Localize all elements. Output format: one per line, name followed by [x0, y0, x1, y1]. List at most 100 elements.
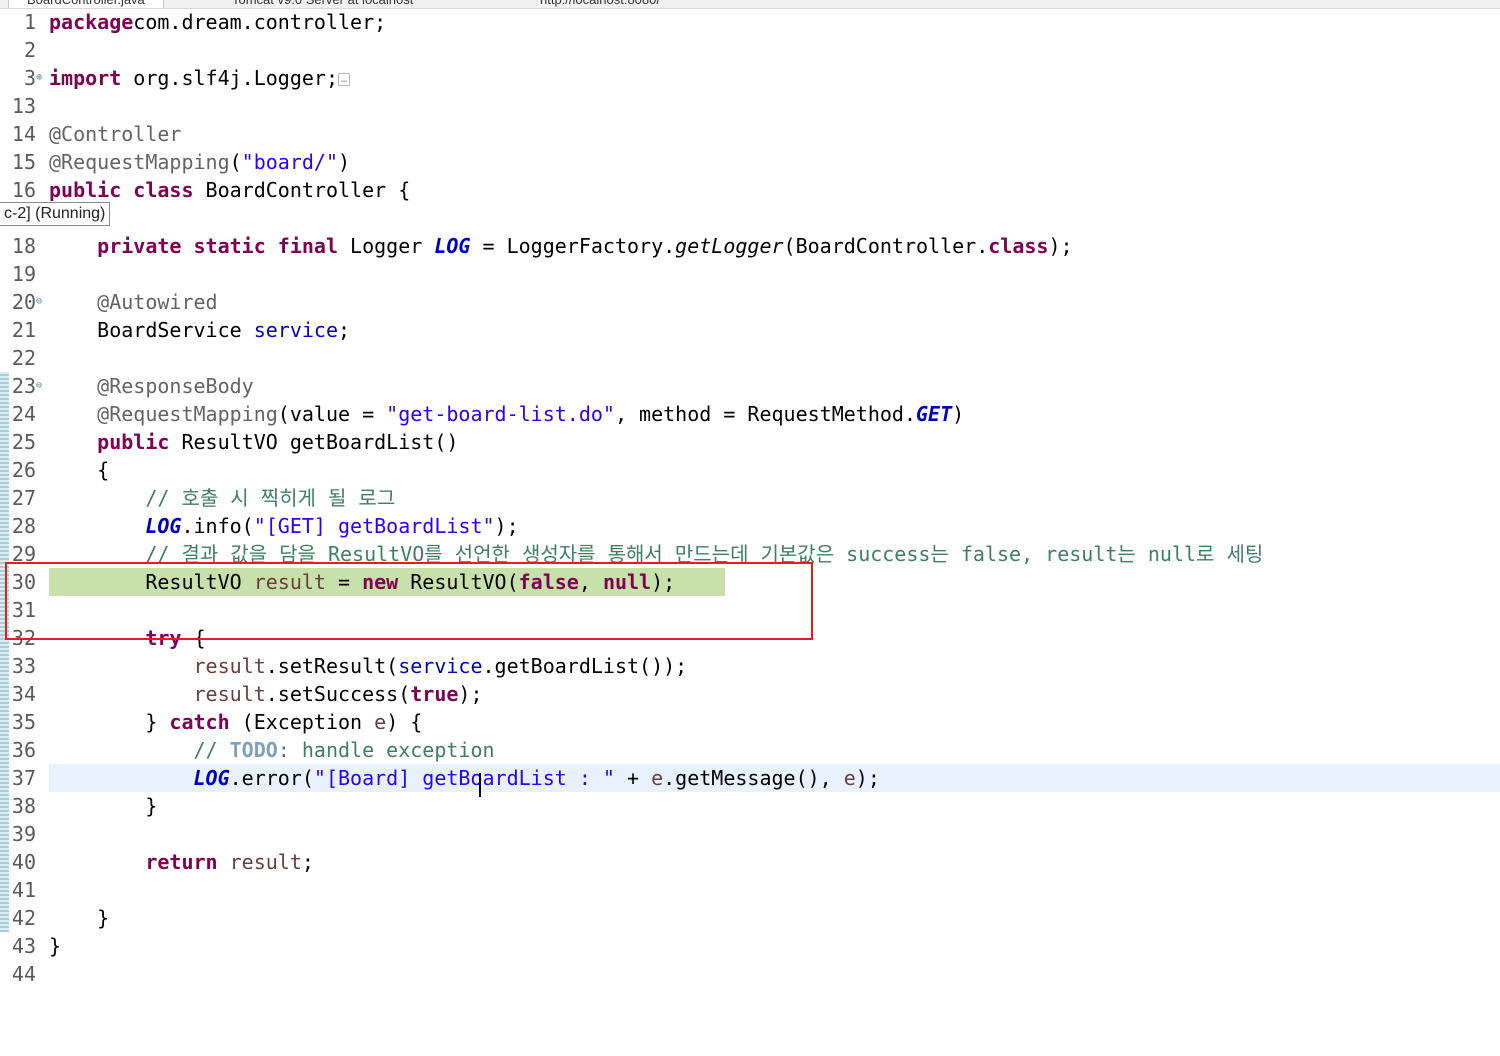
code-line[interactable]: 20 ⊖ @Autowired — [0, 288, 1500, 316]
line-number: 38 — [11, 794, 36, 818]
code-line[interactable]: 36 // TODO: handle exception — [0, 736, 1500, 764]
code-token: (BoardController. — [783, 234, 989, 258]
code-token: : handle exception — [277, 738, 495, 762]
code-line[interactable]: 26 { — [0, 456, 1500, 484]
code-line[interactable]: 25 public ResultVO getBoardList() — [0, 428, 1500, 456]
code-token: .error( — [229, 766, 314, 790]
code-text[interactable]: @RequestMapping(value = "get-board-list.… — [49, 400, 964, 428]
code-text[interactable]: } — [49, 792, 157, 820]
code-line[interactable]: 41 — [0, 876, 1500, 904]
code-line[interactable]: 3 ⊕ import org.slf4j.Logger;… — [0, 64, 1500, 92]
code-text[interactable]: result.setResult(service.getBoardList())… — [49, 652, 688, 680]
code-token: @Controller — [49, 122, 182, 146]
code-line[interactable]: 18 private static final Logger LOG = Log… — [0, 232, 1500, 260]
code-text[interactable]: packagecom.dream.controller; — [49, 8, 386, 36]
code-line[interactable]: 2 — [0, 36, 1500, 64]
code-line[interactable]: 44 — [0, 960, 1500, 988]
code-token: static — [181, 234, 266, 258]
code-editor[interactable]: 1 packagecom.dream.controller; 2 3 ⊕ import o… — [0, 8, 1500, 1056]
code-text[interactable]: BoardService service; — [49, 316, 350, 344]
line-number: 14 — [11, 122, 36, 146]
code-line[interactable]: 43} — [0, 932, 1500, 960]
code-line[interactable]: 1 packagecom.dream.controller; — [0, 8, 1500, 36]
code-text[interactable]: result.setSuccess(true); — [49, 680, 483, 708]
code-token: ); — [458, 682, 483, 706]
code-line[interactable]: 15 @RequestMapping("board/") — [0, 148, 1500, 176]
code-text[interactable]: { — [49, 456, 109, 484]
code-line[interactable]: 17 — [0, 204, 1500, 232]
code-text[interactable]: @RequestMapping("board/") — [49, 148, 350, 176]
code-text[interactable]: LOG.info("[GET] getBoardList"); — [49, 512, 518, 540]
code-token: true — [410, 682, 459, 706]
line-number: 28 — [11, 514, 36, 538]
code-text[interactable]: import org.slf4j.Logger;… — [49, 64, 351, 94]
code-token: result — [229, 850, 302, 874]
code-text[interactable]: LOG.error("[Board] getBoardList : " + e.… — [49, 764, 880, 792]
code-line[interactable]: 13 — [0, 92, 1500, 120]
code-text[interactable]: return result; — [49, 848, 314, 876]
code-line[interactable]: 14 @Controller — [0, 120, 1500, 148]
code-token: public — [49, 178, 122, 202]
code-text[interactable]: } — [49, 932, 61, 960]
code-token: getLogger — [675, 234, 784, 258]
code-text[interactable]: @Autowired — [49, 288, 217, 316]
code-line[interactable]: 37 LOG.error("[Board] getBoardList : " +… — [0, 764, 1500, 792]
tab-browser-localhost[interactable]: http://localhost:8080/ — [540, 0, 660, 8]
code-token: LOG — [145, 514, 182, 538]
code-text[interactable]: private static final Logger LOG = Logger… — [49, 232, 1072, 260]
code-text[interactable]: try { — [49, 624, 205, 652]
code-line[interactable]: 21 BoardService service; — [0, 316, 1500, 344]
line-number: 35 — [11, 710, 36, 734]
code-text[interactable]: public ResultVO getBoardList() — [49, 428, 458, 456]
code-line[interactable]: 34 result.setSuccess(true); — [0, 680, 1500, 708]
code-token: class — [988, 234, 1049, 258]
code-token: // 호출 시 찍히게 될 로그 — [145, 486, 396, 510]
code-token: , method = RequestMethod. — [614, 402, 916, 426]
code-line[interactable]: 29 // 결과 값을 담을 ResultVO를 선언한 생성자를 통해서 만드… — [0, 540, 1500, 568]
code-text[interactable]: } catch (Exception e) { — [49, 708, 422, 736]
code-token: GET — [915, 402, 953, 426]
line-number: 29 — [11, 542, 36, 566]
code-line[interactable]: 33 result.setResult(service.getBoardList… — [0, 652, 1500, 680]
line-number: 26 — [11, 458, 36, 482]
code-line[interactable]: 35 } catch (Exception e) { — [0, 708, 1500, 736]
code-text[interactable]: @Controller — [49, 120, 181, 148]
line-number: 41 — [11, 878, 36, 902]
code-text[interactable]: // 호출 시 찍히게 될 로그 — [49, 484, 395, 512]
code-token: + — [614, 766, 652, 790]
code-line[interactable]: 24 @RequestMapping(value = "get-board-li… — [0, 400, 1500, 428]
code-line[interactable]: 23 ⊖ @ResponseBody — [0, 372, 1500, 400]
code-line[interactable]: 28 LOG.info("[GET] getBoardList"); — [0, 512, 1500, 540]
code-text[interactable]: // TODO: handle exception — [49, 736, 495, 764]
code-token: } — [49, 934, 62, 958]
code-line[interactable]: 27 // 호출 시 찍히게 될 로그 — [0, 484, 1500, 512]
line-number: 15 — [11, 150, 36, 174]
code-line[interactable]: 40 return result; — [0, 848, 1500, 876]
line-number: 23 — [11, 374, 36, 398]
expand-fold-icon[interactable]: ⊕ — [36, 64, 48, 92]
code-line[interactable]: 16 public class BoardController { — [0, 176, 1500, 204]
folded-imports-icon[interactable]: … — [338, 72, 351, 86]
code-line[interactable]: 42 } — [0, 904, 1500, 932]
code-line[interactable]: 31 — [0, 596, 1500, 624]
code-token: } — [49, 794, 158, 818]
code-line[interactable]: 32 try { — [0, 624, 1500, 652]
tab-tomcat-server[interactable]: Tomcat v9.0 Server at localhost — [232, 0, 413, 8]
code-line[interactable]: 30 ResultVO result = new ResultVO(false,… — [0, 568, 1500, 596]
code-text[interactable]: public class BoardController { — [49, 176, 410, 204]
code-token: @ResponseBody — [97, 374, 254, 398]
code-text[interactable]: ResultVO result = new ResultVO(false, nu… — [49, 568, 675, 596]
code-line[interactable]: 38 } — [0, 792, 1500, 820]
code-line[interactable]: 22 — [0, 344, 1500, 372]
collapse-fold-icon[interactable]: ⊖ — [36, 372, 48, 400]
collapse-fold-icon[interactable]: ⊖ — [36, 288, 48, 316]
code-text[interactable]: } — [49, 904, 109, 932]
code-token: service — [398, 654, 483, 678]
code-line[interactable]: 19 — [0, 260, 1500, 288]
code-text[interactable]: @ResponseBody — [49, 372, 254, 400]
line-number: 43 — [11, 934, 36, 958]
code-line[interactable]: 39 — [0, 820, 1500, 848]
code-text[interactable]: // 결과 값을 담을 ResultVO를 선언한 생성자를 통해서 만드는데 … — [49, 540, 1263, 568]
